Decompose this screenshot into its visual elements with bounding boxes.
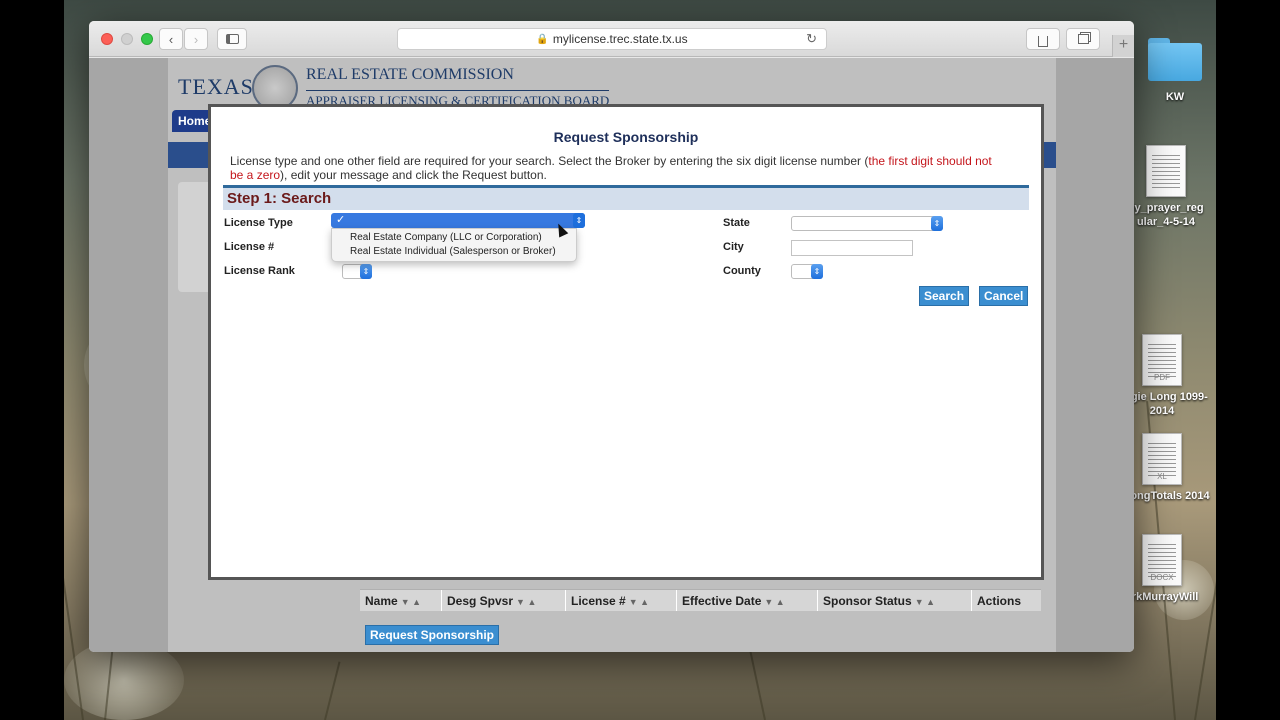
share-button[interactable] bbox=[1026, 28, 1060, 50]
request-sponsorship-modal: Request Sponsorship License type and one… bbox=[208, 104, 1044, 580]
sort-arrows-icon: ▼ ▲ bbox=[764, 597, 785, 607]
column-header-name[interactable]: Name ▼ ▲ bbox=[360, 590, 442, 611]
address-bar[interactable]: 🔒 mylicense.trec.state.tx.us ↻ bbox=[397, 28, 827, 50]
forward-button[interactable]: › bbox=[184, 28, 208, 50]
logo-texas-text: TEXAS bbox=[178, 74, 254, 99]
modal-title: Request Sponsorship bbox=[553, 129, 699, 145]
column-header-sponsor-status[interactable]: Sponsor Status ▼ ▲ bbox=[818, 590, 972, 611]
checkmark-icon: ✓ bbox=[336, 214, 346, 226]
city-input[interactable] bbox=[791, 240, 913, 256]
search-button[interactable]: Search bbox=[919, 286, 970, 306]
web-page: TEXAS REAL ESTATE COMMISSION APPRAISER L… bbox=[89, 58, 1134, 652]
tabs-overview-button[interactable] bbox=[1066, 28, 1100, 50]
share-icon bbox=[1038, 35, 1048, 47]
chevron-right-icon: › bbox=[193, 31, 199, 47]
sponsorship-table-header: Name ▼ ▲ Desg Spvsr ▼ ▲ License # ▼ ▲ Effec… bbox=[360, 589, 1041, 611]
pdf-icon: PDF bbox=[1142, 334, 1182, 386]
logo-commission-text: REAL ESTATE COMMISSION bbox=[306, 66, 514, 83]
state-label: State bbox=[723, 217, 750, 229]
zoom-window-button[interactable] bbox=[141, 33, 153, 45]
lock-icon: 🔒 bbox=[536, 33, 549, 45]
state-select[interactable]: ⇕ bbox=[791, 216, 943, 231]
modal-instructions: License type and one other field are req… bbox=[230, 154, 992, 182]
county-label: County bbox=[723, 265, 761, 277]
license-number-label: License # bbox=[224, 241, 275, 253]
spreadsheet-icon: XL bbox=[1142, 433, 1182, 485]
license-type-label: License Type bbox=[224, 217, 293, 229]
sort-arrows-icon: ▼ ▲ bbox=[516, 597, 537, 607]
step-header: Step 1: Search bbox=[223, 185, 1029, 210]
folder-icon bbox=[1148, 38, 1202, 82]
license-type-select[interactable]: ✓ ⇕ bbox=[331, 213, 585, 228]
document-icon bbox=[1146, 145, 1186, 197]
browser-toolbar: ‹ › 🔒 mylicense.trec.state.tx.us ↻ + bbox=[89, 21, 1134, 57]
browser-window: ‹ › 🔒 mylicense.trec.state.tx.us ↻ + TEX… bbox=[89, 21, 1134, 652]
reload-icon[interactable]: ↻ bbox=[806, 31, 817, 47]
minimize-window-button[interactable] bbox=[121, 33, 133, 45]
column-header-actions: Actions bbox=[977, 594, 1022, 608]
column-header-desg-spvsr[interactable]: Desg Spvsr ▼ ▲ bbox=[442, 590, 566, 611]
docx-icon: DOCX bbox=[1142, 534, 1182, 586]
chevron-updown-icon: ⇕ bbox=[360, 264, 372, 279]
license-type-options: Real Estate Company (LLC or Corporation)… bbox=[331, 228, 577, 262]
close-window-button[interactable] bbox=[101, 33, 113, 45]
sort-arrows-icon: ▼ ▲ bbox=[400, 597, 422, 607]
chevron-left-icon: ‹ bbox=[168, 31, 174, 47]
url-text: mylicense.trec.state.tx.us bbox=[552, 32, 688, 46]
chevron-updown-icon: ⇕ bbox=[573, 213, 585, 228]
new-tab-button[interactable]: + bbox=[1112, 35, 1134, 57]
wallpaper-grass bbox=[324, 661, 341, 720]
column-header-license[interactable]: License # ▼ ▲ bbox=[566, 590, 677, 611]
request-sponsorship-button[interactable]: Request Sponsorship bbox=[365, 625, 500, 645]
sort-arrows-icon: ▼ ▲ bbox=[628, 597, 650, 607]
desktop-icon-label: KW bbox=[1165, 91, 1185, 103]
tabs-icon bbox=[1077, 34, 1089, 44]
desktop-folder-kw[interactable]: KW bbox=[1125, 38, 1216, 104]
license-rank-select[interactable]: ⇕ bbox=[342, 264, 372, 279]
sort-arrows-icon: ▼ ▲ bbox=[914, 597, 936, 607]
step-title: Step 1: Search bbox=[227, 190, 332, 207]
license-rank-label: License Rank bbox=[224, 265, 295, 277]
option-real-estate-individual[interactable]: Real Estate Individual (Salesperson or B… bbox=[332, 245, 576, 259]
county-select[interactable]: ⇕ bbox=[791, 264, 823, 279]
cancel-button[interactable]: Cancel bbox=[979, 286, 1029, 306]
city-label: City bbox=[723, 241, 744, 253]
back-button[interactable]: ‹ bbox=[159, 28, 183, 50]
sidebar-toggle-button[interactable] bbox=[217, 28, 247, 50]
chevron-updown-icon: ⇕ bbox=[931, 216, 943, 231]
desktop: KW ily_prayer_reg ular_4-5-14 PDF Angie … bbox=[64, 0, 1216, 720]
wallpaper-grass bbox=[749, 651, 766, 720]
chevron-updown-icon: ⇕ bbox=[811, 264, 823, 279]
option-real-estate-company[interactable]: Real Estate Company (LLC or Corporation) bbox=[332, 231, 576, 245]
sidebar-icon bbox=[225, 34, 239, 44]
column-header-effective-date[interactable]: Effective Date ▼ ▲ bbox=[677, 590, 818, 611]
